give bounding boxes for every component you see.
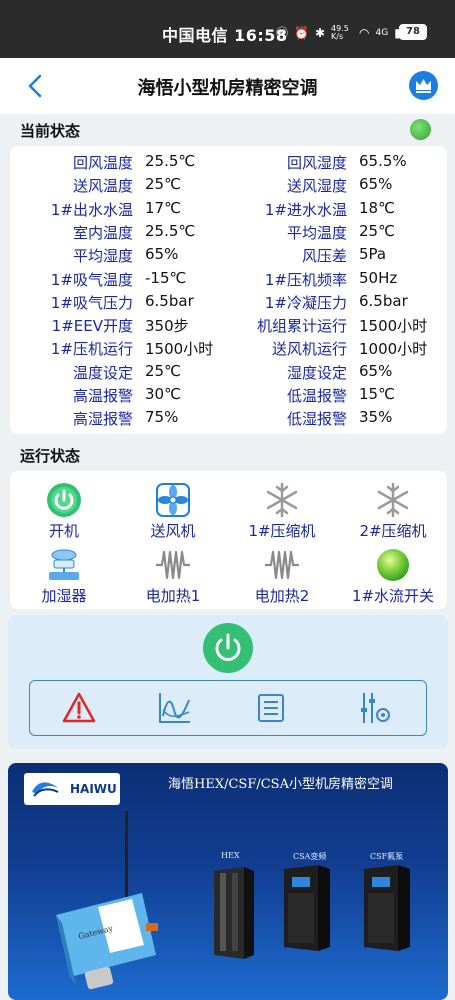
status-label: 风压差	[301, 247, 347, 266]
power-button[interactable]	[203, 623, 253, 673]
status-label: 1#压机运行	[50, 340, 133, 359]
status-value: 15℃	[359, 385, 395, 403]
snowflake-icon	[266, 482, 298, 518]
alarm-clock-icon: ⏰	[294, 25, 309, 40]
status-value: 35%	[359, 408, 393, 427]
device-compressor-1: 1#压缩机	[232, 481, 332, 541]
device-label: 1#水流开关	[351, 587, 435, 605]
status-label: 低温报警	[286, 387, 347, 405]
status-label: 高湿报警	[72, 410, 133, 429]
banner-title: 海悟HEX/CSF/CSA小型机房精密空调	[168, 777, 393, 792]
status-value: 1500小时	[359, 317, 428, 336]
run-status-card: 开机 送风机 1#压缩机 2#压缩机 加湿器 电加热1 电加热2 1#水流开关	[10, 471, 447, 609]
nfc-icon: Ⓝ	[276, 26, 289, 40]
brand-logo: HAIWU	[24, 773, 120, 805]
status-value: 65%	[359, 361, 393, 380]
device-power: 开机	[14, 481, 114, 541]
status-value: 6.5bar	[359, 291, 408, 310]
status-icons: Ⓝ ⏰ ✱ 49.5 K/s ◠ 4G ▮	[276, 24, 401, 41]
brand-name: HAIWU	[70, 782, 117, 796]
status-label: 湿度设定	[286, 363, 347, 382]
status-label: 平均湿度	[72, 247, 133, 266]
alarm-icon[interactable]	[61, 690, 97, 726]
online-status-indicator	[410, 119, 431, 140]
csf-cabinet-image	[364, 865, 410, 951]
unit-label-hex: HEX	[221, 851, 240, 860]
hex-cabinet-image	[214, 867, 254, 959]
status-label: 室内温度	[72, 223, 133, 242]
status-label: 送风温度	[72, 177, 133, 196]
crown-icon[interactable]	[409, 71, 438, 100]
device-label: 2#压缩机	[359, 522, 427, 540]
device-compressor-2: 2#压缩机	[343, 481, 443, 541]
device-label: 1#压缩机	[248, 522, 316, 540]
bluetooth-icon: ✱	[314, 25, 326, 40]
heater-icon	[156, 550, 190, 580]
heater-icon	[265, 550, 299, 580]
device-label: 送风机	[150, 522, 196, 540]
status-label: 送风机运行	[271, 340, 347, 359]
status-value: 65.5%	[359, 152, 407, 170]
status-label: 高温报警	[72, 387, 133, 405]
status-label: 送风湿度	[286, 177, 347, 196]
wifi-icon: ◠	[359, 25, 370, 40]
device-heater-1: 电加热1	[123, 546, 223, 606]
status-value: 1000小时	[359, 340, 428, 359]
current-status-title: 当前状态	[20, 122, 81, 140]
device-water-flow-switch: 1#水流开关	[343, 546, 443, 606]
status-value: 5Pa	[359, 245, 387, 264]
csa-cabinet-image	[284, 865, 330, 951]
fan-icon	[156, 483, 190, 517]
power-icon	[215, 633, 241, 661]
product-banner[interactable]: HAIWU 海悟HEX/CSF/CSA小型机房精密空调 Gateway HEX …	[8, 763, 448, 1000]
app-header: 海悟小型机房精密空调	[0, 58, 455, 114]
device-label: 加湿器	[41, 587, 87, 605]
run-status-title: 运行状态	[20, 447, 81, 465]
battery-icon: 78	[399, 24, 427, 40]
device-label: 开机	[48, 522, 79, 540]
power-on-icon	[47, 483, 81, 517]
device-label: 电加热1	[145, 587, 201, 605]
status-label: 1#EEV开度	[51, 317, 133, 336]
network-type: 4G	[375, 27, 389, 38]
humidifier-icon	[49, 549, 79, 580]
status-label: 回风湿度	[286, 154, 347, 172]
gateway-device-image	[56, 893, 158, 990]
status-label: 1#出水水温	[50, 200, 133, 219]
status-label: 机组累计运行	[256, 317, 347, 336]
status-label: 1#吸气压力	[50, 293, 133, 312]
snowflake-icon	[377, 482, 409, 518]
carrier-time: 中国电信 16:58	[162, 26, 288, 45]
status-value: 25℃	[359, 221, 395, 240]
device-humidifier: 加湿器	[14, 546, 114, 606]
status-label: 1#冷凝压力	[264, 293, 347, 312]
device-label: 电加热2	[254, 587, 310, 605]
current-status-card: 回风温度 25.5℃ 回风湿度 65.5% 送风温度 25℃ 送风湿度 65% 1#出水水温 17…	[10, 146, 447, 434]
status-value: 50Hz	[359, 268, 398, 287]
status-label: 温度设定	[72, 363, 133, 382]
status-label: 1#压机频率	[264, 270, 347, 289]
net-speed: 49.5 K/s	[331, 23, 349, 41]
status-label: 1#进水水温	[264, 200, 347, 219]
chart-icon[interactable]	[157, 690, 193, 726]
green-ball-icon	[377, 549, 409, 581]
status-value: 65%	[359, 175, 393, 194]
system-status-bar: 中国电信 16:58 Ⓝ ⏰ ✱ 49.5 K/s ◠ 4G ▮ 78	[0, 0, 455, 58]
unit-label-csa: CSA变频	[293, 852, 327, 861]
settings-sliders-icon[interactable]	[357, 690, 393, 726]
wave-logo-icon	[32, 782, 59, 797]
page-title: 海悟小型机房精密空调	[137, 78, 318, 99]
status-label: 低湿报警	[286, 410, 347, 429]
status-label: 平均温度	[286, 223, 347, 242]
device-fan: 送风机	[123, 481, 223, 541]
list-icon[interactable]	[253, 690, 289, 726]
status-value: 18℃	[359, 198, 395, 217]
status-label: 1#吸气温度	[50, 270, 133, 289]
device-heater-2: 电加热2	[232, 546, 332, 606]
status-label: 回风温度	[72, 154, 133, 172]
unit-label-csf: CSF氟泵	[370, 852, 404, 861]
